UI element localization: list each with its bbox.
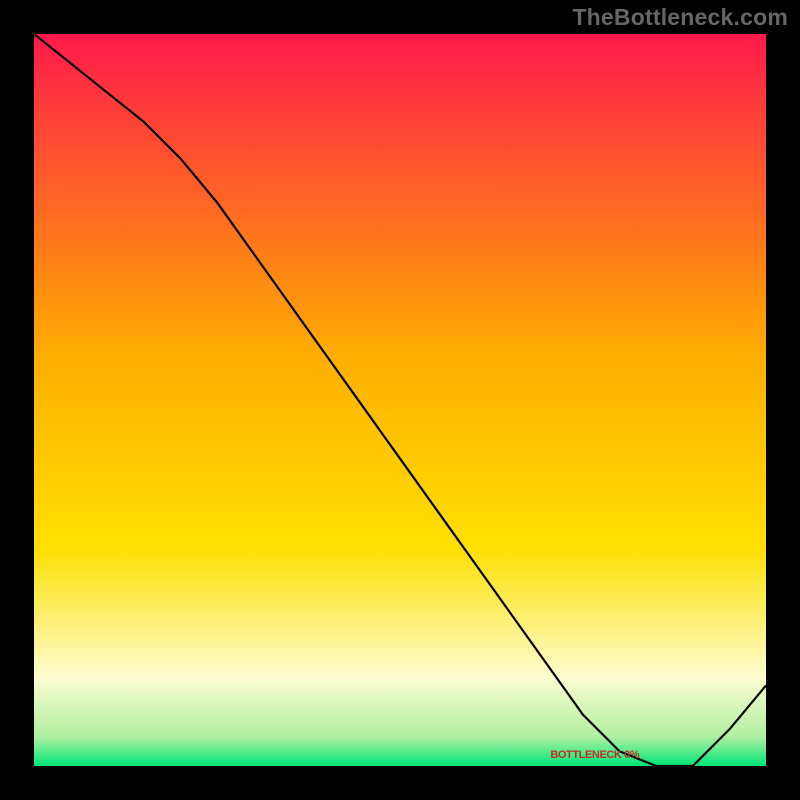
chart-svg bbox=[34, 34, 766, 766]
series-annotation: BOTTLENECK 0% bbox=[550, 749, 639, 761]
watermark-label: TheBottleneck.com bbox=[572, 4, 788, 31]
plot-area: BOTTLENECK 0% bbox=[34, 34, 766, 766]
gradient-background bbox=[34, 34, 766, 766]
chart-container: TheBottleneck.com BOTTLENECK 0% bbox=[0, 0, 800, 800]
